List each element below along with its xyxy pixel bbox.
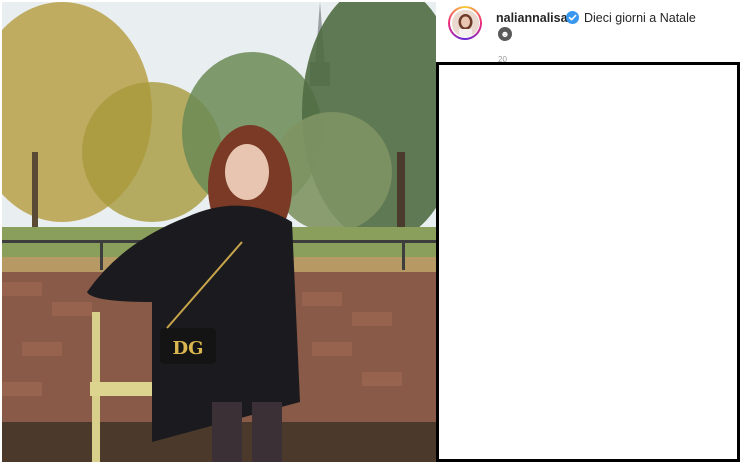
post-image[interactable]: DG: [2, 2, 436, 462]
avatar-photo: [451, 9, 479, 37]
username-link[interactable]: naliannalisa: [496, 11, 568, 25]
avatar-ring: [450, 8, 480, 38]
post-caption: Dieci giorni a Natale: [584, 11, 696, 25]
verified-badge-icon: [566, 11, 579, 24]
post-header: naliannalisa Dieci giorni a Natale ☻ 20: [436, 2, 740, 64]
avatar-portrait-icon: [451, 9, 479, 37]
post-photo-illustration: DG: [2, 2, 436, 462]
smiley-emoji-icon: ☻: [498, 27, 512, 41]
avatar[interactable]: [448, 6, 482, 40]
comments-overlay-box: [436, 62, 740, 462]
bag-logo: DG: [173, 338, 204, 359]
